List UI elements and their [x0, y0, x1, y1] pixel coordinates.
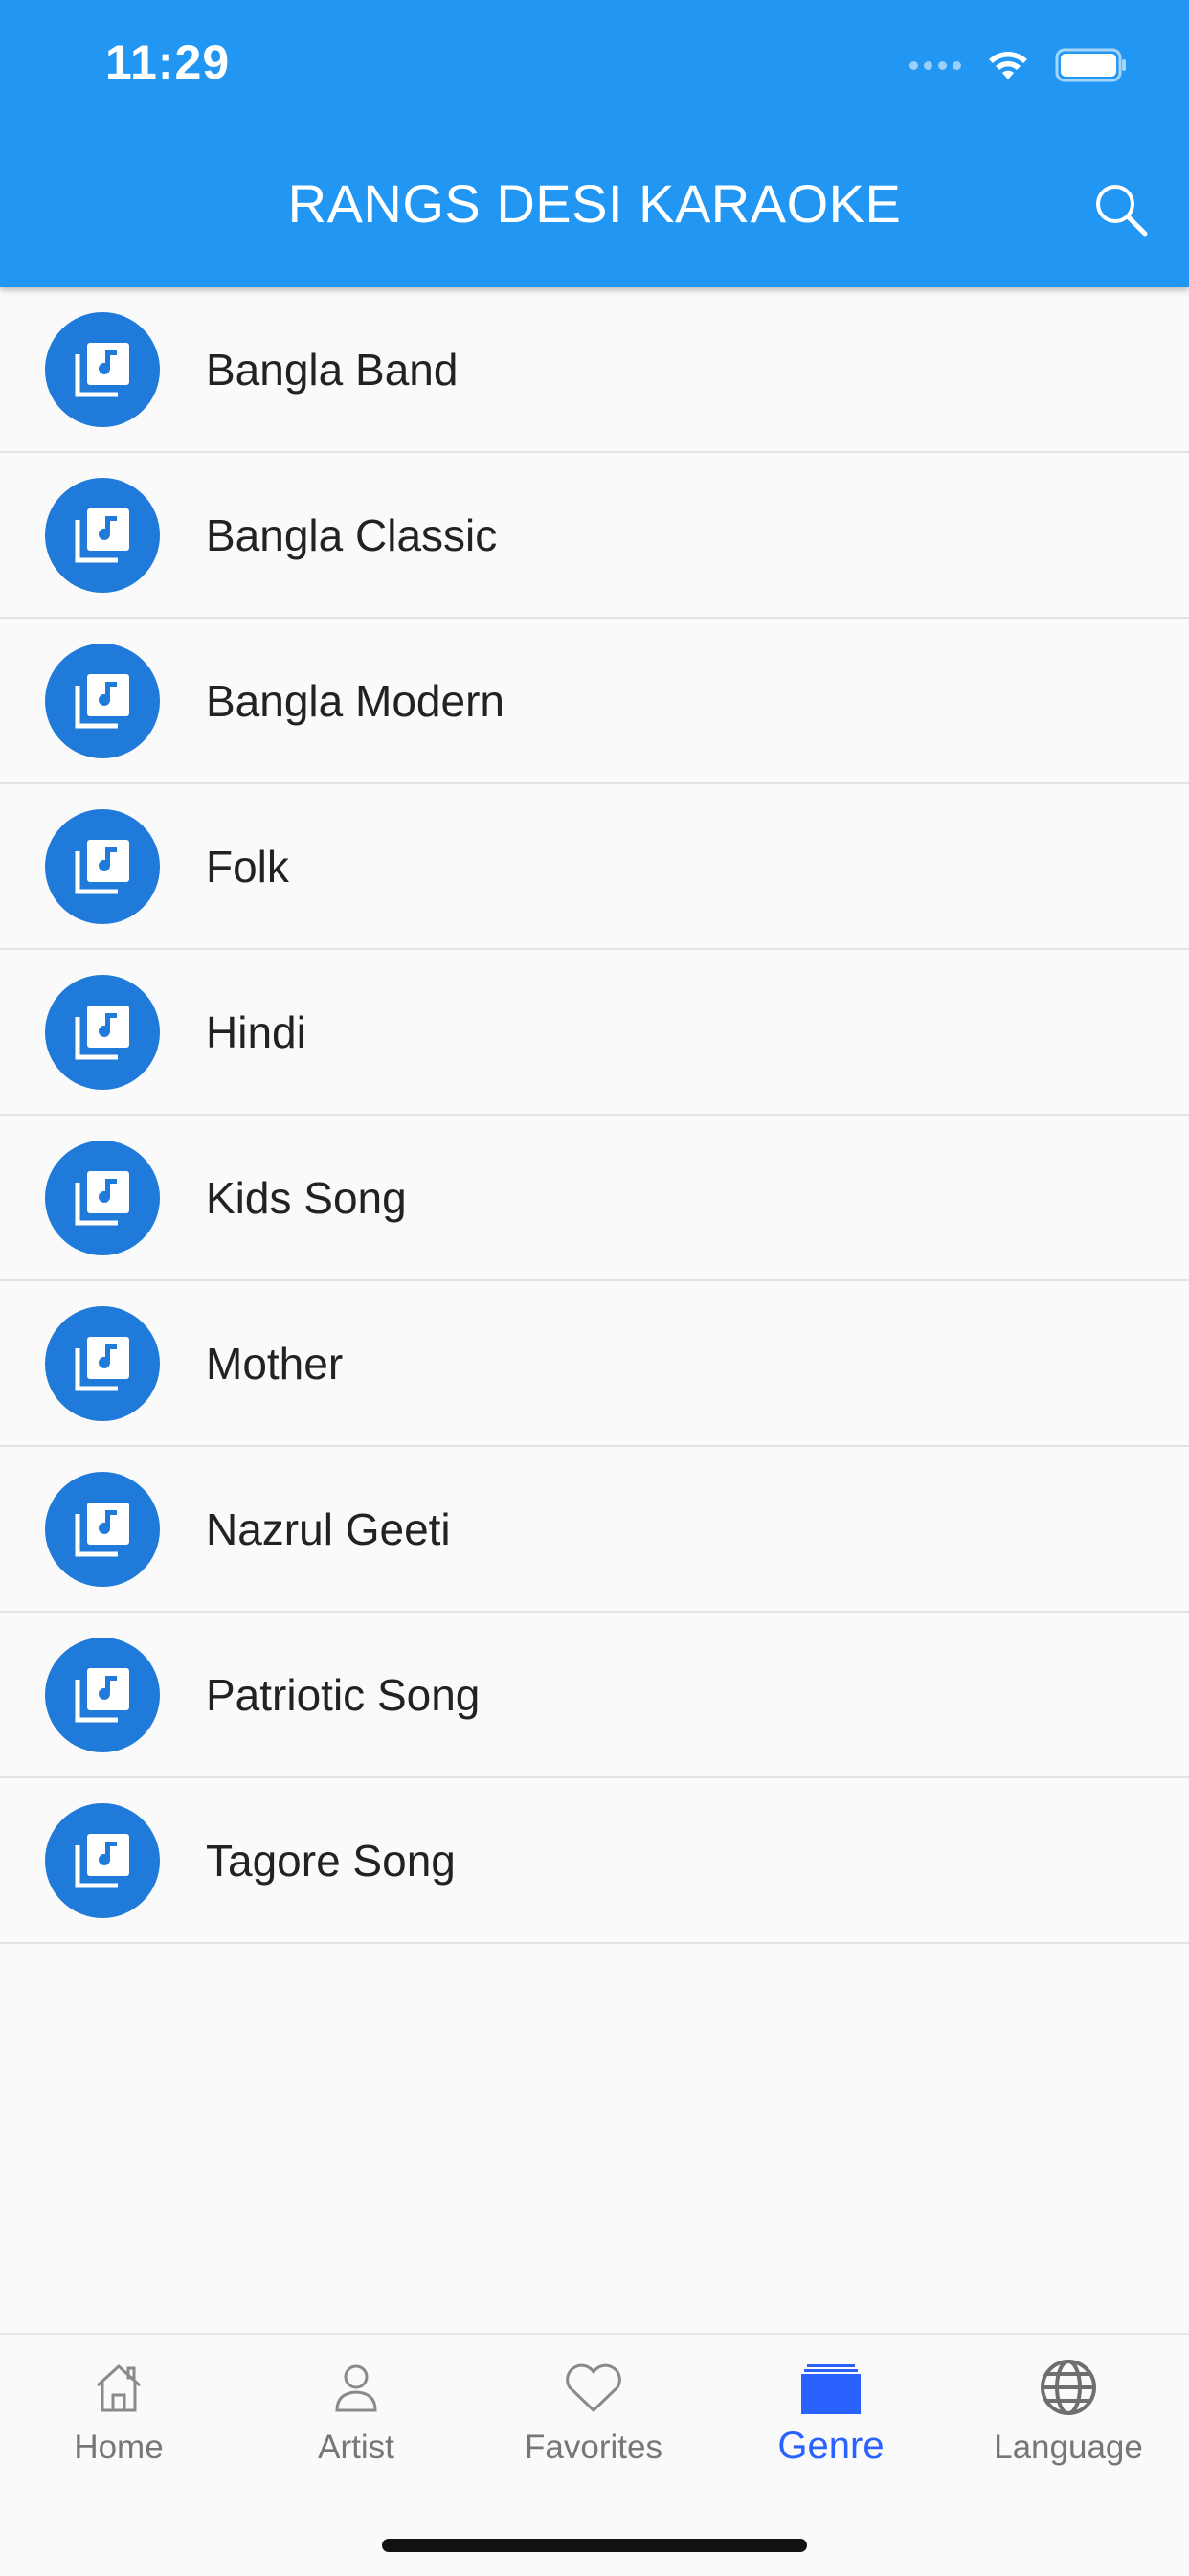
genre-list: Bangla Band Bangla Classic Bangla Modern — [0, 287, 1189, 1944]
music-library-icon — [45, 1471, 160, 1587]
tab-favorites[interactable]: Favorites — [475, 2356, 712, 2499]
tab-artist[interactable]: Artist — [237, 2356, 475, 2499]
genre-label: Tagore Song — [206, 1835, 456, 1886]
search-icon — [1096, 185, 1148, 237]
genre-list-item[interactable]: Kids Song — [0, 1116, 1189, 1281]
stack-icon — [799, 2356, 863, 2419]
tab-home[interactable]: Home — [0, 2356, 237, 2499]
tab-home-label: Home — [74, 2429, 164, 2466]
genre-list-item[interactable]: Bangla Modern — [0, 619, 1189, 784]
music-library-icon — [45, 1140, 160, 1255]
music-library-icon — [45, 311, 160, 427]
genre-list-item[interactable]: Folk — [0, 784, 1189, 950]
genre-list-item[interactable]: Nazrul Geeti — [0, 1447, 1189, 1613]
music-library-icon — [45, 974, 160, 1090]
tab-favorites-label: Favorites — [525, 2429, 662, 2466]
music-library-icon — [45, 1802, 160, 1918]
genre-list-item[interactable]: Patriotic Song — [0, 1613, 1189, 1778]
genre-label: Bangla Band — [206, 344, 459, 395]
genre-list-item[interactable]: Mother — [0, 1281, 1189, 1447]
music-library-icon — [45, 808, 160, 924]
tab-genre[interactable]: Genre — [712, 2356, 950, 2499]
music-library-icon — [45, 643, 160, 758]
tab-language-label: Language — [994, 2429, 1143, 2466]
music-library-icon — [45, 1637, 160, 1752]
genre-label: Mother — [206, 1338, 344, 1389]
heart-icon — [562, 2356, 625, 2419]
genre-list-item[interactable]: Hindi — [0, 950, 1189, 1116]
music-library-icon — [45, 477, 160, 593]
genre-label: Nazrul Geeti — [206, 1503, 451, 1554]
search-button[interactable] — [1088, 176, 1155, 243]
genre-label: Patriotic Song — [206, 1669, 481, 1720]
genre-list-item[interactable]: Bangla Band — [0, 287, 1189, 453]
status-time: 11:29 — [105, 35, 231, 89]
person-icon — [329, 2356, 383, 2419]
battery-icon — [1055, 48, 1126, 82]
tab-artist-label: Artist — [318, 2429, 394, 2466]
wifi-icon — [989, 52, 1027, 79]
genre-list-item[interactable]: Tagore Song — [0, 1778, 1189, 1944]
music-library-icon — [45, 1305, 160, 1421]
home-icon — [92, 2356, 146, 2419]
cellular-signal-icon — [909, 60, 961, 70]
genre-label: Folk — [206, 841, 289, 892]
genre-label: Hindi — [206, 1006, 306, 1057]
home-indicator — [382, 2539, 807, 2552]
globe-icon — [1039, 2356, 1098, 2419]
genre-label: Kids Song — [206, 1172, 407, 1223]
status-icons — [909, 42, 1128, 88]
page-title: RANGS DESI KARAOKE — [287, 173, 902, 234]
genre-label: Bangla Modern — [206, 675, 505, 726]
app-bar: 11:29 RANGS DESI KARAOKE — [0, 0, 1189, 287]
genre-label: Bangla Classic — [206, 509, 498, 560]
tab-language[interactable]: Language — [950, 2356, 1187, 2499]
tab-genre-label: Genre — [777, 2425, 885, 2467]
genre-list-item[interactable]: Bangla Classic — [0, 453, 1189, 619]
